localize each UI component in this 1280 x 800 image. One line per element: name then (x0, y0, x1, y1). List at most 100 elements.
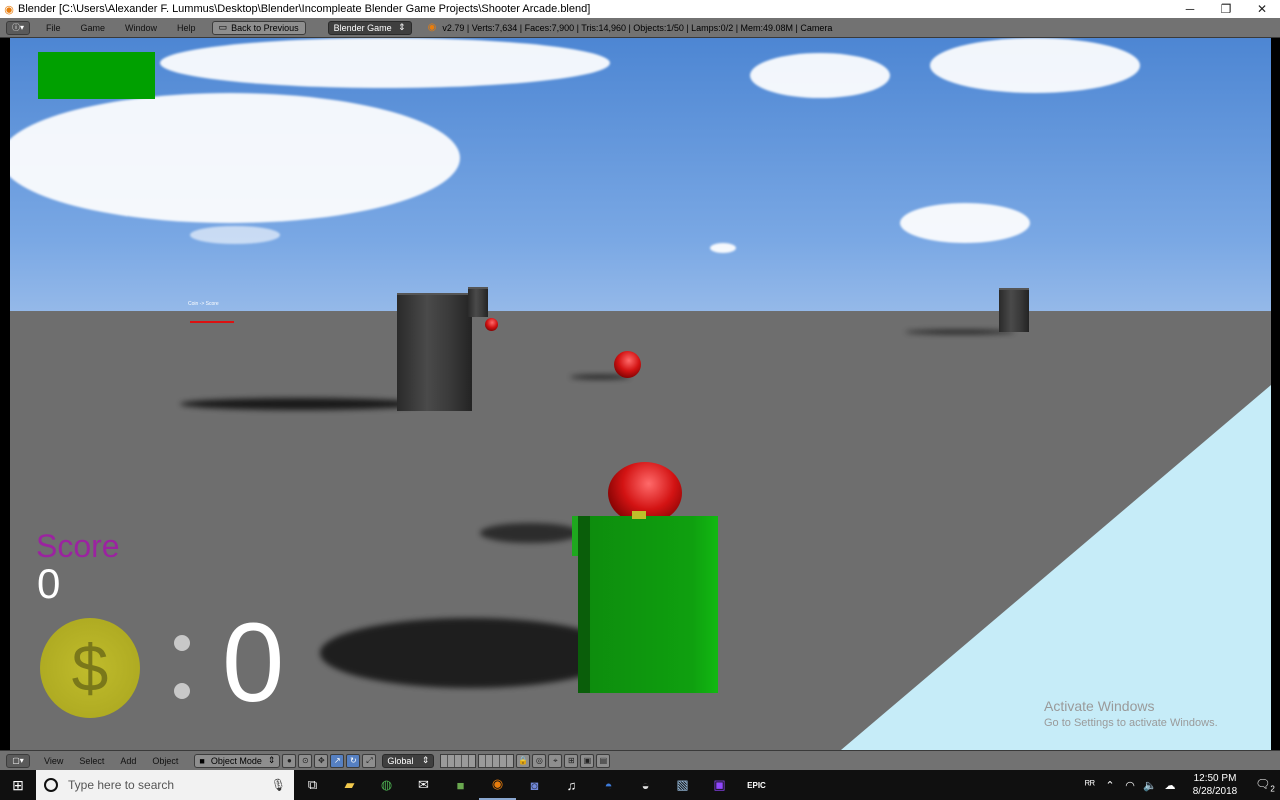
coin-symbol: $ (71, 631, 109, 705)
menu-add[interactable]: Add (112, 756, 144, 766)
search-placeholder: Type here to search (68, 778, 175, 792)
menu-view[interactable]: View (36, 756, 71, 766)
transform-orientation-select[interactable]: Global ⇕ (382, 753, 435, 768)
minimize-button[interactable]: ─ (1172, 0, 1208, 18)
select-arrows-icon: ⇕ (398, 22, 406, 32)
cube-shadow (480, 523, 580, 543)
colon-separator (174, 633, 190, 703)
app-icon[interactable]: ◓ (590, 770, 627, 800)
epic-games-icon[interactable]: EPIC (738, 770, 775, 800)
restore-button[interactable]: ❐ (1208, 0, 1244, 18)
minecraft-icon[interactable]: ■ (442, 770, 479, 800)
action-center-icon[interactable]: 🗨2 (1250, 777, 1280, 793)
cube-icon: ■ (199, 755, 205, 766)
twitch-icon[interactable]: ▣ (701, 770, 738, 800)
lock-layers-button[interactable]: 🔒 (516, 753, 531, 768)
menu-file[interactable]: File (36, 23, 71, 33)
rotate-manipulator-button[interactable]: ↻ (346, 753, 361, 768)
interaction-mode-select[interactable]: ■ Object Mode ⇕ (194, 753, 281, 768)
menu-object[interactable]: Object (144, 756, 186, 766)
score-value: 0 (37, 560, 61, 607)
opengl-render-button[interactable]: ▤ (596, 753, 611, 768)
cloud (10, 93, 460, 223)
menu-help[interactable]: Help (167, 23, 206, 33)
microphone-icon[interactable]: 🎙 (271, 778, 286, 792)
notification-count: 2 (1270, 784, 1275, 794)
mail-icon[interactable]: ✉ (405, 770, 442, 800)
menu-game[interactable]: Game (71, 23, 116, 33)
pillar-shadow (180, 398, 420, 410)
game-viewport[interactable]: Coin -> Score Score 0 $ 0 Activate Windo… (10, 38, 1271, 750)
people-icon[interactable]: ᴿᴿ (1080, 779, 1100, 791)
layer-grid-2[interactable] (478, 753, 515, 768)
app-icon[interactable]: ◒ (627, 770, 664, 800)
watermark-line-2: Go to Settings to activate Windows. (1044, 717, 1218, 729)
task-view-icon[interactable]: ⧉ (294, 770, 331, 800)
wifi-icon[interactable]: ◠ (1120, 779, 1140, 792)
render-engine-select[interactable]: Blender Game ⇕ (327, 20, 412, 35)
player-cube (578, 516, 718, 693)
cloud (930, 38, 1140, 93)
manipulator-toggle[interactable]: ✥ (314, 753, 329, 768)
layer-buttons[interactable] (440, 753, 515, 768)
select-arrows-icon: ⇕ (267, 755, 276, 765)
pivot-point-button[interactable]: ⊙ (298, 753, 313, 768)
menu-window[interactable]: Window (115, 23, 167, 33)
info-header: ⓘ▾ File Game Window Help ▭ Back to Previ… (0, 18, 1280, 38)
player-cube-nub (632, 511, 646, 519)
window-title-bar: ◉ Blender [C:\Users\Alexander F. Lummus\… (0, 0, 1280, 18)
app-icon[interactable]: ▧ (664, 770, 701, 800)
red-sphere-enemy (614, 351, 641, 378)
editor-type-button[interactable]: ⓘ▾ (6, 20, 30, 35)
discord-icon[interactable]: ◙ (516, 770, 553, 800)
blender-icon[interactable]: ◉ (479, 770, 516, 800)
red-laser (190, 321, 234, 323)
pillar (999, 288, 1029, 332)
start-button[interactable]: ⊞ (0, 770, 36, 800)
scene-stats: v2.79 | Verts:7,634 | Faces:7,900 | Tris… (442, 22, 833, 33)
cloud (900, 203, 1030, 243)
file-explorer-icon[interactable]: ▰ (331, 770, 368, 800)
cloud (750, 53, 890, 98)
hud-tiny-label: Coin -> Score (188, 301, 219, 307)
scale-manipulator-button[interactable]: ⤢ (362, 753, 377, 768)
chrome-icon[interactable]: ◍ (368, 770, 405, 800)
pillar (397, 293, 472, 411)
cube-shadow (320, 618, 620, 688)
blender-logo-icon: ◉ (427, 22, 437, 33)
render-engine-value: Blender Game (333, 22, 392, 33)
watermark-line-1: Activate Windows (1044, 698, 1155, 714)
chevron-up-icon[interactable]: ⌃ (1100, 779, 1120, 792)
back-to-previous-button[interactable]: ▭ Back to Previous (211, 20, 306, 35)
coin-count: 0 (222, 600, 285, 725)
snap-element-button[interactable]: ⊞ (564, 753, 579, 768)
translate-manipulator-button[interactable]: ↗ (330, 753, 345, 768)
cortana-icon (44, 778, 58, 792)
cloud (190, 226, 280, 244)
snap-button[interactable]: ⌖ (548, 753, 563, 768)
volume-icon[interactable]: 🔈 (1140, 779, 1160, 792)
menu-select[interactable]: Select (71, 756, 112, 766)
taskbar-search[interactable]: Type here to search 🎙 (36, 770, 294, 800)
activate-windows-watermark: Activate Windows Go to Settings to activ… (1044, 698, 1218, 729)
layer-grid-1[interactable] (440, 753, 477, 768)
blender-logo-icon: ◉ (4, 3, 14, 16)
viewport-shading-button[interactable]: ● (282, 753, 297, 768)
onedrive-icon[interactable]: ☁ (1160, 779, 1180, 792)
clock-date: 8/28/2018 (1192, 786, 1238, 797)
epic-label: EPIC (747, 780, 766, 790)
proportional-edit-button[interactable]: ◎ (532, 753, 547, 768)
close-button[interactable]: ✕ (1244, 0, 1280, 18)
orientation-value: Global (387, 755, 414, 766)
windows-taskbar: ⊞ Type here to search 🎙 ⧉ ▰ ◍ ✉ ■ ◉ ◙ ♫ … (0, 770, 1280, 800)
mode-value: Object Mode (210, 755, 262, 766)
itunes-icon[interactable]: ♫ (553, 770, 590, 800)
cloud (160, 38, 610, 88)
system-tray: ᴿᴿ ⌃ ◠ 🔈 ☁ 12:50 PM 8/28/2018 🗨2 (1080, 770, 1280, 800)
screen-icon: ▭ (218, 22, 228, 32)
back-to-previous-label: Back to Previous (231, 22, 299, 33)
taskbar-clock[interactable]: 12:50 PM 8/28/2018 (1180, 772, 1250, 798)
editor-type-button[interactable]: ▢▾ (6, 753, 30, 768)
pillar (468, 287, 488, 317)
render-preview-button[interactable]: ▣ (580, 753, 595, 768)
